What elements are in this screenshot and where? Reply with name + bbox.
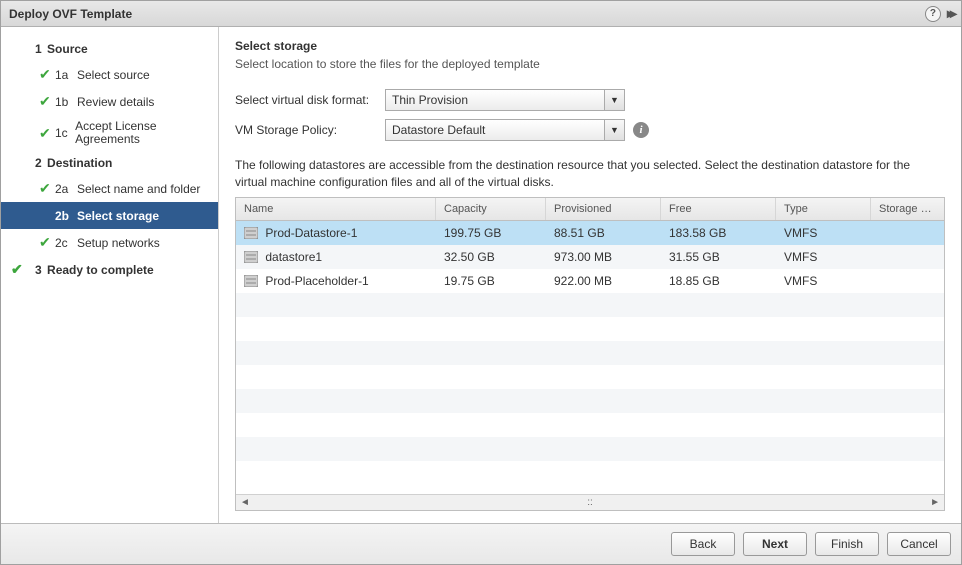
disk-format-select[interactable]: Thin Provision ▼ (385, 89, 625, 111)
step-ready-complete[interactable]: ✔ 3 Ready to complete (1, 256, 218, 283)
table-row (236, 413, 944, 437)
cell-type: VMFS (776, 221, 871, 245)
table-row (236, 437, 944, 461)
next-button[interactable]: Next (743, 532, 807, 556)
wizard-sidebar: 1 Source ✔ 1a Select source ✔ 1b Review … (1, 27, 219, 523)
datastore-icon (244, 227, 258, 239)
check-icon: ✔ (11, 261, 27, 278)
cell-provisioned: 922.00 MB (546, 269, 661, 293)
col-name[interactable]: Name (236, 198, 436, 220)
step-select-storage[interactable]: ✔ 2b Select storage (1, 202, 218, 229)
cell-drs (871, 276, 944, 286)
table-row (236, 341, 944, 365)
table-row (236, 317, 944, 341)
check-icon: ✔ (39, 180, 55, 197)
datastore-table: Name Capacity Provisioned Free Type Stor… (235, 197, 945, 511)
table-row[interactable]: datastore1 32.50 GB 973.00 MB 31.55 GB V… (236, 245, 944, 269)
table-header: Name Capacity Provisioned Free Type Stor… (236, 198, 944, 221)
cell-drs (871, 252, 944, 262)
disk-format-value: Thin Provision (386, 93, 604, 107)
col-capacity[interactable]: Capacity (436, 198, 546, 220)
table-row (236, 365, 944, 389)
table-row[interactable]: Prod-Datastore-1 199.75 GB 88.51 GB 183.… (236, 221, 944, 245)
datastore-description: The following datastores are accessible … (235, 157, 945, 191)
storage-policy-select[interactable]: Datastore Default ▼ (385, 119, 625, 141)
finish-button[interactable]: Finish (815, 532, 879, 556)
step-select-source[interactable]: ✔ 1a Select source (1, 61, 218, 88)
cell-free: 183.58 GB (661, 221, 776, 245)
table-body: Prod-Datastore-1 199.75 GB 88.51 GB 183.… (236, 221, 944, 494)
disk-format-label: Select virtual disk format: (235, 93, 385, 107)
cell-capacity: 19.75 GB (436, 269, 546, 293)
titlebar-controls: ? ▸▸ (925, 5, 953, 22)
storage-policy-row: VM Storage Policy: Datastore Default ▼ i (235, 119, 945, 141)
col-provisioned[interactable]: Provisioned (546, 198, 661, 220)
horizontal-scrollbar[interactable]: ◄ :: ► (236, 494, 944, 510)
cell-provisioned: 973.00 MB (546, 245, 661, 269)
storage-policy-label: VM Storage Policy: (235, 123, 385, 137)
table-row (236, 389, 944, 413)
step-accept-license[interactable]: ✔ 1c Accept License Agreements (1, 115, 218, 151)
cell-free: 31.55 GB (661, 245, 776, 269)
col-storage-drs[interactable]: Storage DRS (871, 198, 944, 220)
wizard-main: Select storage Select location to store … (219, 27, 961, 523)
table-row (236, 293, 944, 317)
cancel-button[interactable]: Cancel (887, 532, 951, 556)
chevron-down-icon[interactable]: ▼ (604, 120, 624, 140)
table-row (236, 461, 944, 485)
cell-provisioned: 88.51 GB (546, 221, 661, 245)
window-title: Deploy OVF Template (9, 7, 132, 21)
cell-capacity: 199.75 GB (436, 221, 546, 245)
help-icon[interactable]: ? (925, 6, 941, 22)
table-row[interactable]: Prod-Placeholder-1 19.75 GB 922.00 MB 18… (236, 269, 944, 293)
scroll-left-icon[interactable]: ◄ (240, 497, 250, 508)
datastore-icon (244, 251, 258, 263)
expand-icon[interactable]: ▸▸ (947, 5, 953, 22)
wizard-footer: Back Next Finish Cancel (1, 523, 961, 564)
page-title: Select storage (235, 39, 945, 53)
cell-free: 18.85 GB (661, 269, 776, 293)
step-destination[interactable]: 2 Destination (1, 151, 218, 175)
cell-type: VMFS (776, 269, 871, 293)
col-type[interactable]: Type (776, 198, 871, 220)
check-icon: ✔ (39, 66, 55, 83)
col-free[interactable]: Free (661, 198, 776, 220)
cell-capacity: 32.50 GB (436, 245, 546, 269)
step-source[interactable]: 1 Source (1, 37, 218, 61)
wizard-window: Deploy OVF Template ? ▸▸ 1 Source ✔ 1a S… (0, 0, 962, 565)
cell-type: VMFS (776, 245, 871, 269)
cell-drs (871, 228, 944, 238)
step-setup-networks[interactable]: ✔ 2c Setup networks (1, 229, 218, 256)
step-select-name-folder[interactable]: ✔ 2a Select name and folder (1, 175, 218, 202)
cell-name: datastore1 (265, 250, 322, 264)
info-icon[interactable]: i (633, 122, 649, 138)
back-button[interactable]: Back (671, 532, 735, 556)
check-icon: ✔ (39, 93, 55, 110)
chevron-down-icon[interactable]: ▼ (604, 90, 624, 110)
step-review-details[interactable]: ✔ 1b Review details (1, 88, 218, 115)
wizard-body: 1 Source ✔ 1a Select source ✔ 1b Review … (1, 27, 961, 523)
datastore-icon (244, 275, 258, 287)
disk-format-row: Select virtual disk format: Thin Provisi… (235, 89, 945, 111)
check-icon: ✔ (39, 125, 55, 142)
check-icon: ✔ (39, 234, 55, 251)
scroll-right-icon[interactable]: ► (930, 497, 940, 508)
scroll-grip-icon[interactable]: :: (587, 497, 593, 508)
titlebar: Deploy OVF Template ? ▸▸ (1, 1, 961, 27)
storage-policy-value: Datastore Default (386, 123, 604, 137)
page-subtitle: Select location to store the files for t… (235, 57, 945, 71)
cell-name: Prod-Placeholder-1 (265, 274, 368, 288)
cell-name: Prod-Datastore-1 (265, 226, 357, 240)
